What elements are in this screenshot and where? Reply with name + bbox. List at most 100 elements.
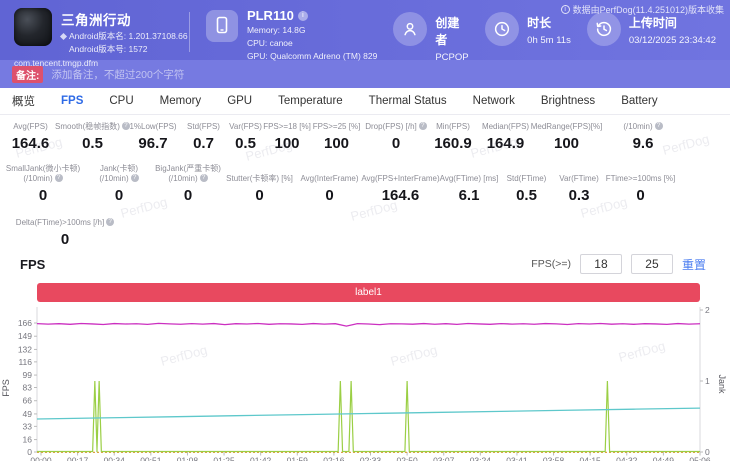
- duration-value: 0h 5m 11s: [527, 35, 571, 46]
- stat-value: 0: [0, 187, 86, 204]
- help-icon[interactable]: ?: [131, 174, 139, 182]
- tab-Brightness[interactable]: Brightness: [541, 95, 595, 107]
- stats-row-2: SmallJank(微小卡顿)(/10min)?0Jank(卡顿)(/10min…: [0, 162, 730, 204]
- stat-value: 0: [86, 187, 152, 204]
- svg-text:03:41: 03:41: [506, 456, 528, 461]
- tab-FPS[interactable]: FPS: [61, 95, 83, 107]
- fps-section-title: FPS: [20, 257, 45, 272]
- svg-text:83: 83: [23, 383, 33, 393]
- info-icon: i: [561, 5, 570, 14]
- stat-value: 100: [308, 135, 365, 152]
- tab-概览[interactable]: 概览: [12, 93, 35, 109]
- svg-text:02:16: 02:16: [323, 456, 345, 461]
- stat-value: 0.5: [61, 135, 124, 152]
- stat-value: 0: [0, 231, 130, 248]
- creator-value: PCPOP: [435, 52, 469, 63]
- device-name: PLR110: [247, 8, 294, 23]
- stat-value: 164.6: [0, 135, 61, 152]
- tab-Battery[interactable]: Battery: [621, 95, 657, 107]
- stat-1%Low(FPS): 1%Low(FPS)96.7: [124, 119, 182, 152]
- stat-Drop(FPS)/h: Drop(FPS) [/h]?0: [365, 119, 427, 152]
- stat-Smooth(): Smooth(稳帧指数)?0.5: [61, 119, 124, 152]
- svg-text:2: 2: [705, 305, 710, 315]
- svg-text:16: 16: [23, 435, 33, 445]
- svg-text:49: 49: [23, 409, 33, 419]
- fps-chart[interactable]: 1661491321169983664933160210FPSJank00:00…: [0, 304, 730, 461]
- svg-text:01:25: 01:25: [213, 456, 235, 461]
- svg-text:66: 66: [23, 396, 33, 406]
- fps-threshold-label: FPS(>=): [531, 258, 571, 270]
- fps-threshold-input-1[interactable]: [580, 254, 622, 274]
- help-icon[interactable]: ?: [55, 174, 63, 182]
- svg-text:03:58: 03:58: [543, 456, 565, 461]
- tab-Temperature[interactable]: Temperature: [278, 95, 343, 107]
- device-block: PLR110 i Memory: 14.8G CPU: canoe GPU: Q…: [206, 8, 377, 62]
- note-label: 备注:: [12, 66, 43, 83]
- svg-text:00:51: 00:51: [140, 456, 162, 461]
- stat-value: 0: [152, 187, 224, 204]
- stat-FTime>=100ms%: FTime>=100ms [%]0: [606, 162, 675, 204]
- collect-note-text: 数据由PerfDog(11.4.251012)版本收集: [573, 3, 724, 16]
- user-icon: [393, 12, 427, 46]
- duration-label: 时长: [527, 14, 571, 31]
- clock-icon: [485, 12, 519, 46]
- history-clock-icon: [587, 12, 621, 46]
- stat-Median(FPS): Median(FPS)164.9: [479, 119, 532, 152]
- stat-value: 9.6: [601, 135, 685, 152]
- stat-value: 6.1: [437, 187, 501, 204]
- app-name: 三角洲行动: [61, 9, 188, 29]
- stat-value: 0.5: [501, 187, 552, 204]
- banner-row: label1: [0, 283, 730, 304]
- stat-value: 164.9: [479, 135, 532, 152]
- chart-label-banner: label1: [37, 283, 700, 302]
- stat-Var(FPS): Var(FPS)0.5: [225, 119, 266, 152]
- stat-value: 160.9: [427, 135, 479, 152]
- svg-text:01:42: 01:42: [250, 456, 272, 461]
- android-version-name: Android版本名: 1.201.37108.66: [69, 31, 188, 42]
- stat-value: 96.7: [124, 135, 182, 152]
- svg-text:04:49: 04:49: [653, 456, 675, 461]
- tab-bar: 概览 FPS CPU Memory GPU Temperature Thermal Stat…: [0, 88, 730, 115]
- app-package: com.tencent.tmgp.dfm: [14, 58, 189, 68]
- fps-threshold-input-2[interactable]: [631, 254, 673, 274]
- stat-MedRange(FPS)%: MedRange(FPS)[%]100: [532, 119, 601, 152]
- stat-value: 0.7: [182, 135, 225, 152]
- device-info-icon[interactable]: i: [298, 11, 308, 21]
- tab-Network[interactable]: Network: [473, 95, 515, 107]
- svg-text:03:07: 03:07: [433, 456, 455, 461]
- stat-Avg(FPS): Avg(FPS)164.6: [0, 119, 61, 152]
- stat-SmallJank(): SmallJank(微小卡顿)(/10min)?0: [0, 162, 86, 204]
- tab-Thermal Status[interactable]: Thermal Status: [369, 95, 447, 107]
- stat-value: 0: [365, 135, 427, 152]
- svg-text:03:24: 03:24: [470, 456, 492, 461]
- help-icon[interactable]: ?: [655, 122, 663, 130]
- svg-text:00:34: 00:34: [104, 456, 126, 461]
- stat-value: 100: [266, 135, 308, 152]
- stat-value: 0.3: [552, 187, 606, 204]
- help-icon[interactable]: ?: [419, 122, 427, 130]
- help-icon[interactable]: ?: [106, 218, 114, 226]
- reset-button[interactable]: 重置: [682, 256, 706, 273]
- note-input[interactable]: 添加备注，不超过200个字符: [51, 67, 184, 82]
- svg-text:132: 132: [18, 344, 32, 354]
- svg-text:116: 116: [18, 357, 32, 367]
- collect-note: i 数据由PerfDog(11.4.251012)版本收集: [561, 3, 724, 16]
- svg-text:00:00: 00:00: [30, 456, 52, 461]
- stat-FPS>=18%: FPS>=18 [%]100: [266, 119, 308, 152]
- fps-section-header: FPS FPS(>=) 重置: [0, 245, 730, 283]
- report-header: i 数据由PerfDog(11.4.251012)版本收集 三角洲行动 Andr…: [0, 0, 730, 60]
- stat-value: 0: [295, 187, 364, 204]
- svg-text:149: 149: [18, 331, 32, 341]
- svg-text:02:33: 02:33: [360, 456, 382, 461]
- fps-chart-area: 1661491321169983664933160210FPSJank00:00…: [0, 304, 730, 461]
- tab-GPU[interactable]: GPU: [227, 95, 252, 107]
- svg-text:00:17: 00:17: [67, 456, 89, 461]
- help-icon[interactable]: ?: [200, 174, 208, 182]
- stat-FPS>=25%: FPS>=25 [%]100: [308, 119, 365, 152]
- stat-value: 0.5: [225, 135, 266, 152]
- tab-CPU[interactable]: CPU: [109, 95, 133, 107]
- tab-Memory[interactable]: Memory: [160, 95, 202, 107]
- svg-text:99: 99: [23, 370, 33, 380]
- stats-row-1: Avg(FPS)164.6Smooth(稳帧指数)?0.51%Low(FPS)9…: [0, 119, 730, 152]
- upload-time-value: 03/12/2025 23:34:42: [629, 35, 716, 46]
